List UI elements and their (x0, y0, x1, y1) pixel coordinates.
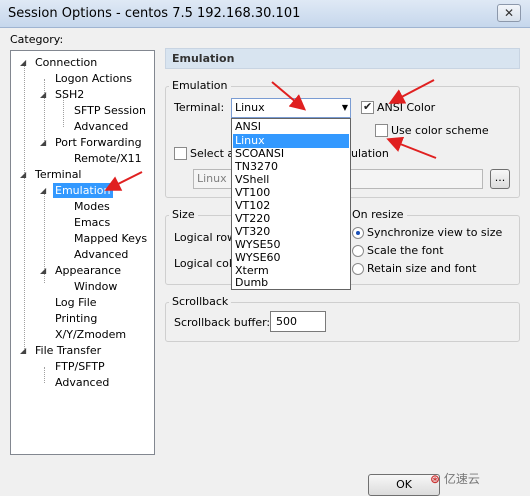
dropdown-option[interactable]: VShell (233, 173, 349, 187)
scrollback-group-label: Scrollback (169, 295, 232, 308)
resize-sync-label: Synchronize view to size (367, 226, 503, 239)
tree-item-emacs[interactable]: Emacs (72, 215, 112, 230)
tree-item-file-transfer[interactable]: File Transfer (33, 343, 103, 358)
title-bar: Session Options - centos 7.5 192.168.30.… (0, 0, 530, 28)
collapse-icon[interactable]: ◢ (40, 87, 46, 102)
radio-dot-icon (356, 231, 360, 235)
watermark: ⊛ 亿速云 (430, 470, 525, 492)
on-resize-group-label: On resize (349, 208, 407, 221)
collapse-icon[interactable]: ◢ (20, 343, 26, 358)
alternate-emulation-value: Linux (197, 172, 227, 185)
dropdown-option[interactable]: VT100 (233, 186, 349, 200)
check-icon: ✔ (363, 100, 373, 113)
select-alternate-checkbox[interactable] (174, 147, 187, 160)
tree-item-emulation[interactable]: Emulation (53, 183, 113, 198)
resize-sync-radio[interactable] (352, 227, 364, 239)
ansi-color-label: ANSI Color (377, 101, 436, 114)
tree-item-remote-x11[interactable]: Remote/X11 (72, 151, 144, 166)
browse-button[interactable]: ... (490, 169, 510, 189)
tree-item-ssh2-advanced[interactable]: Advanced (72, 119, 130, 134)
tree-item-mapped-keys[interactable]: Mapped Keys (72, 231, 149, 246)
tree-item-window[interactable]: Window (72, 279, 119, 294)
watermark-logo-icon: ⊛ (430, 472, 441, 486)
panel-header: Emulation (165, 48, 520, 69)
emulation-group-label: Emulation (169, 79, 231, 92)
tree-item-emulation-advanced[interactable]: Advanced (72, 247, 130, 262)
dropdown-option[interactable]: WYSE60 (233, 251, 349, 265)
collapse-icon[interactable]: ◢ (20, 167, 26, 182)
terminal-label: Terminal: (174, 101, 225, 114)
dropdown-option[interactable]: VT220 (233, 212, 349, 226)
tree-item-ftp-sftp[interactable]: FTP/SFTP (53, 359, 107, 374)
select-alternate-label-end: ulation (351, 147, 389, 160)
tree-item-printing[interactable]: Printing (53, 311, 99, 326)
resize-retain-radio[interactable] (352, 263, 364, 275)
tree-item-port-forwarding[interactable]: Port Forwarding (53, 135, 144, 150)
tree-item-ft-advanced[interactable]: Advanced (53, 375, 111, 390)
terminal-dropdown-list[interactable]: ANSI Linux SCOANSI TN3270 VShell VT100 V… (231, 118, 351, 290)
dropdown-option-selected[interactable]: Linux (233, 134, 349, 148)
collapse-icon[interactable]: ◢ (40, 263, 46, 278)
category-tree[interactable]: ◢ Connection Logon Actions ◢ SSH2 SFTP S… (10, 50, 155, 455)
category-label: Category: (10, 33, 64, 46)
panel-title: Emulation (172, 52, 235, 65)
tree-item-sftp-session[interactable]: SFTP Session (72, 103, 148, 118)
scrollback-buffer-input[interactable]: 500 (270, 311, 326, 332)
use-color-scheme-checkbox[interactable] (375, 124, 388, 137)
tree-item-ssh2[interactable]: SSH2 (53, 87, 86, 102)
terminal-select[interactable]: Linux ▼ (231, 98, 351, 118)
watermark-text: 亿速云 (443, 472, 480, 486)
close-button[interactable]: ✕ (497, 4, 521, 22)
size-group-label: Size (169, 208, 198, 221)
tree-item-logon-actions[interactable]: Logon Actions (53, 71, 134, 86)
tree-item-log-file[interactable]: Log File (53, 295, 99, 310)
tree-item-appearance[interactable]: Appearance (53, 263, 123, 278)
chevron-down-icon: ▼ (341, 103, 348, 112)
terminal-select-value: Linux (235, 101, 265, 114)
window-title: Session Options - centos 7.5 192.168.30.… (8, 6, 301, 21)
dropdown-option[interactable]: VT320 (233, 225, 349, 239)
dropdown-option[interactable]: SCOANSI (233, 147, 349, 161)
dropdown-option[interactable]: ANSI (233, 120, 349, 134)
use-color-scheme-label: Use color scheme (391, 124, 489, 137)
tree-item-xyz-modem[interactable]: X/Y/Zmodem (53, 327, 128, 342)
scrollback-buffer-value: 500 (276, 315, 297, 328)
tree-item-terminal[interactable]: Terminal (33, 167, 84, 182)
dropdown-option[interactable]: TN3270 (233, 160, 349, 174)
tree-item-connection[interactable]: Connection (33, 55, 99, 70)
dropdown-option[interactable]: VT102 (233, 199, 349, 213)
ansi-color-checkbox[interactable]: ✔ (361, 100, 374, 114)
resize-scale-label: Scale the font (367, 244, 444, 257)
resize-scale-radio[interactable] (352, 245, 364, 257)
tree-item-modes[interactable]: Modes (72, 199, 112, 214)
tree-connector (24, 63, 25, 353)
scrollback-buffer-label: Scrollback buffer: (174, 316, 271, 329)
collapse-icon[interactable]: ◢ (20, 55, 26, 70)
dropdown-option[interactable]: WYSE50 (233, 238, 349, 252)
tree-connector (44, 367, 45, 383)
resize-retain-label: Retain size and font (367, 262, 477, 275)
dropdown-option[interactable]: Dumb (233, 276, 349, 290)
collapse-icon[interactable]: ◢ (40, 183, 46, 198)
collapse-icon[interactable]: ◢ (40, 135, 46, 150)
